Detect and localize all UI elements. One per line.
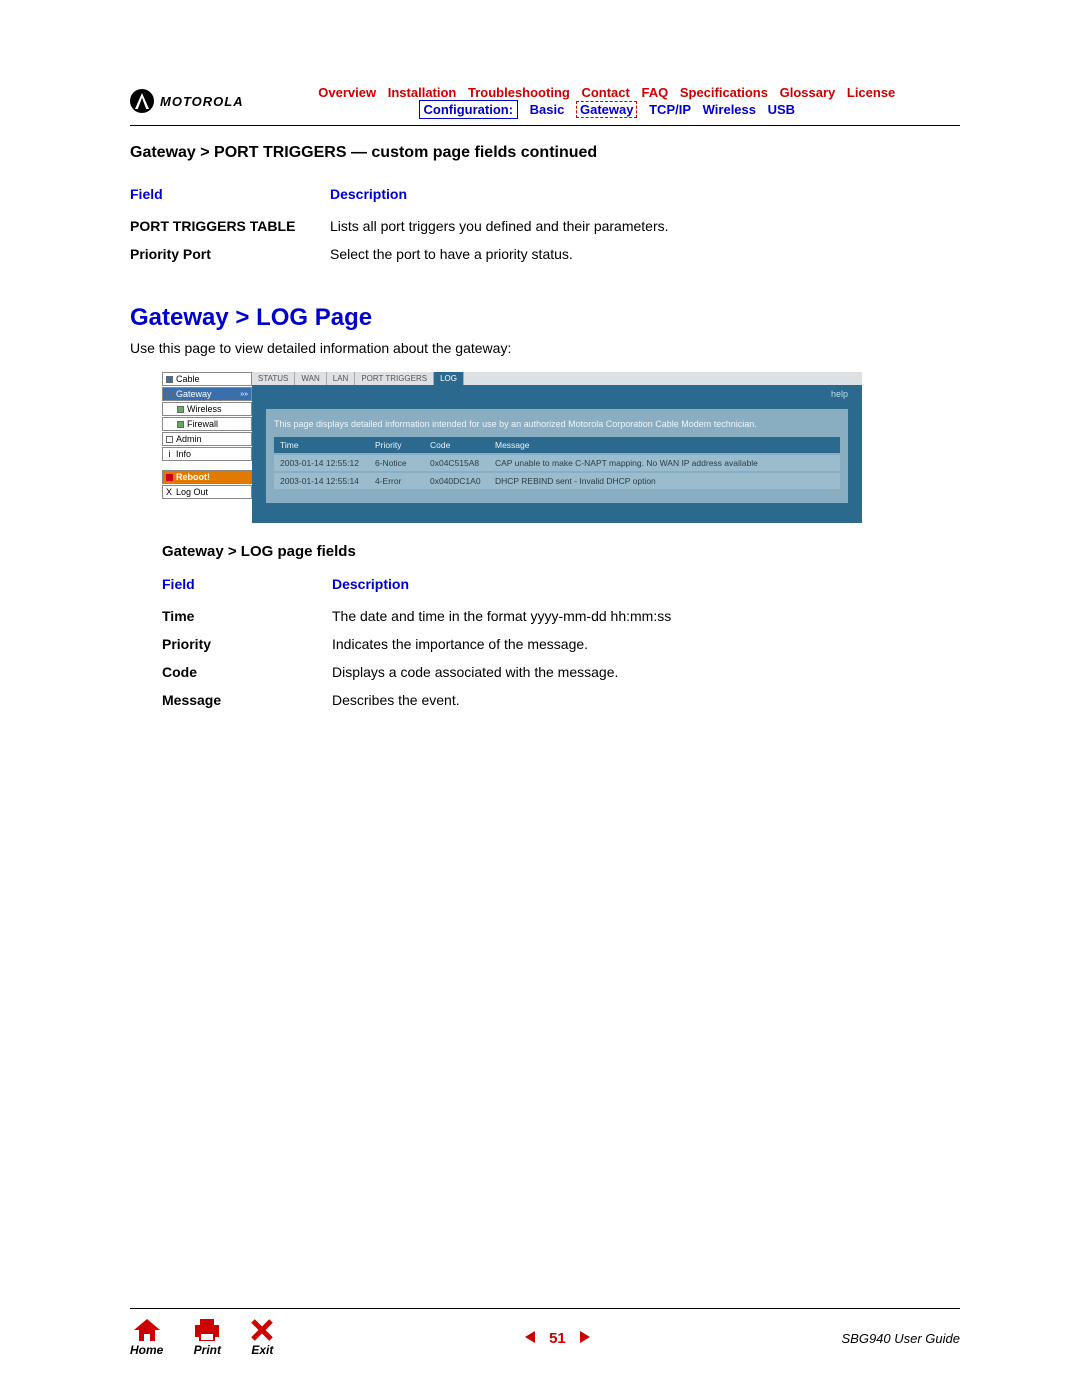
tab-port-triggers[interactable]: PORT TRIGGERS xyxy=(355,372,434,385)
ui-tabs: STATUS WAN LAN PORT TRIGGERS LOG xyxy=(252,372,862,385)
prev-page-icon[interactable] xyxy=(525,1331,535,1343)
log-fields-table: Field Description TimeThe date and time … xyxy=(162,570,960,714)
nav-installation[interactable]: Installation xyxy=(388,85,457,100)
table-row: PORT TRIGGERS TABLE Lists all port trigg… xyxy=(130,212,960,240)
table-row: PriorityIndicates the importance of the … xyxy=(162,630,960,658)
sub-nav: Configuration: Basic Gateway TCP/IP Wire… xyxy=(254,102,960,117)
ui-main-panel: STATUS WAN LAN PORT TRIGGERS LOG help Th… xyxy=(252,372,862,523)
embedded-ui-screenshot: Cable Gateway»» Wireless Firewall Admin … xyxy=(162,372,862,523)
nav-overview[interactable]: Overview xyxy=(318,85,376,100)
table-row: 2003-01-14 12:55:14 4-Error 0x040DC1A0 D… xyxy=(274,472,840,489)
page-number: 51 xyxy=(273,1330,841,1347)
motorola-batwing-icon xyxy=(130,89,154,113)
sidebar-item-cable[interactable]: Cable xyxy=(162,372,252,386)
table-row: CodeDisplays a code associated with the … xyxy=(162,658,960,686)
page-title: Gateway > LOG Page xyxy=(130,304,960,332)
subnav-wireless[interactable]: Wireless xyxy=(703,102,756,117)
sidebar-item-firewall[interactable]: Firewall xyxy=(162,417,252,431)
sidebar-item-wireless[interactable]: Wireless xyxy=(162,402,252,416)
table-row: Priority Port Select the port to have a … xyxy=(130,240,960,268)
header-rule xyxy=(130,125,960,126)
table-row: MessageDescribes the event. xyxy=(162,686,960,714)
col-description: Description xyxy=(332,570,960,602)
nav-troubleshooting[interactable]: Troubleshooting xyxy=(468,85,570,100)
subnav-basic[interactable]: Basic xyxy=(530,102,565,117)
section2-heading: Gateway > LOG page fields xyxy=(162,543,960,560)
top-nav: Overview Installation Troubleshooting Co… xyxy=(254,85,960,117)
home-button[interactable]: Home xyxy=(130,1319,163,1357)
guide-title: SBG940 User Guide xyxy=(841,1331,960,1346)
home-icon xyxy=(134,1319,160,1341)
ui-log-table: Time Priority Code Message 2003-01-14 12… xyxy=(274,437,840,489)
col-field: Field xyxy=(162,570,332,602)
brand-logo: MOTOROLA xyxy=(130,89,244,113)
sidebar-item-gateway[interactable]: Gateway»» xyxy=(162,387,252,401)
table-row: TimeThe date and time in the format yyyy… xyxy=(162,602,960,630)
col-field: Field xyxy=(130,180,330,212)
tab-wan[interactable]: WAN xyxy=(295,372,326,385)
sidebar-item-reboot[interactable]: Reboot! xyxy=(162,470,252,484)
next-page-icon[interactable] xyxy=(580,1331,590,1343)
page-footer: Home Print Exit 51 SBG940 User Guide xyxy=(130,1308,960,1357)
printer-icon xyxy=(193,1319,221,1341)
nav-faq[interactable]: FAQ xyxy=(641,85,668,100)
close-icon xyxy=(251,1319,273,1341)
nav-specifications[interactable]: Specifications xyxy=(680,85,768,100)
sidebar-item-info[interactable]: iInfo xyxy=(162,447,252,461)
ui-sidebar: Cable Gateway»» Wireless Firewall Admin … xyxy=(162,372,252,523)
intro-text: Use this page to view detailed informati… xyxy=(130,340,960,356)
section1-heading: Gateway > PORT TRIGGERS — custom page fi… xyxy=(130,144,960,162)
exit-button[interactable]: Exit xyxy=(251,1319,273,1357)
sidebar-item-admin[interactable]: Admin xyxy=(162,432,252,446)
subnav-label: Configuration: xyxy=(419,100,519,119)
nav-contact[interactable]: Contact xyxy=(581,85,629,100)
subnav-tcpip[interactable]: TCP/IP xyxy=(649,102,691,117)
nav-license[interactable]: License xyxy=(847,85,895,100)
sidebar-item-logout[interactable]: XLog Out xyxy=(162,485,252,499)
ui-panel-text: This page displays detailed information … xyxy=(274,419,840,429)
ui-help-link[interactable]: help xyxy=(252,385,862,409)
col-description: Description xyxy=(330,180,960,212)
nav-glossary[interactable]: Glossary xyxy=(780,85,836,100)
port-triggers-fields-table: Field Description PORT TRIGGERS TABLE Li… xyxy=(130,180,960,268)
tab-lan[interactable]: LAN xyxy=(327,372,356,385)
tab-log[interactable]: LOG xyxy=(434,372,464,385)
subnav-usb[interactable]: USB xyxy=(768,102,795,117)
tab-status[interactable]: STATUS xyxy=(252,372,295,385)
subnav-gateway[interactable]: Gateway xyxy=(576,101,637,118)
table-row: 2003-01-14 12:55:12 6-Notice 0x04C515A8 … xyxy=(274,454,840,472)
print-button[interactable]: Print xyxy=(193,1319,221,1357)
brand-name: MOTOROLA xyxy=(160,94,244,109)
